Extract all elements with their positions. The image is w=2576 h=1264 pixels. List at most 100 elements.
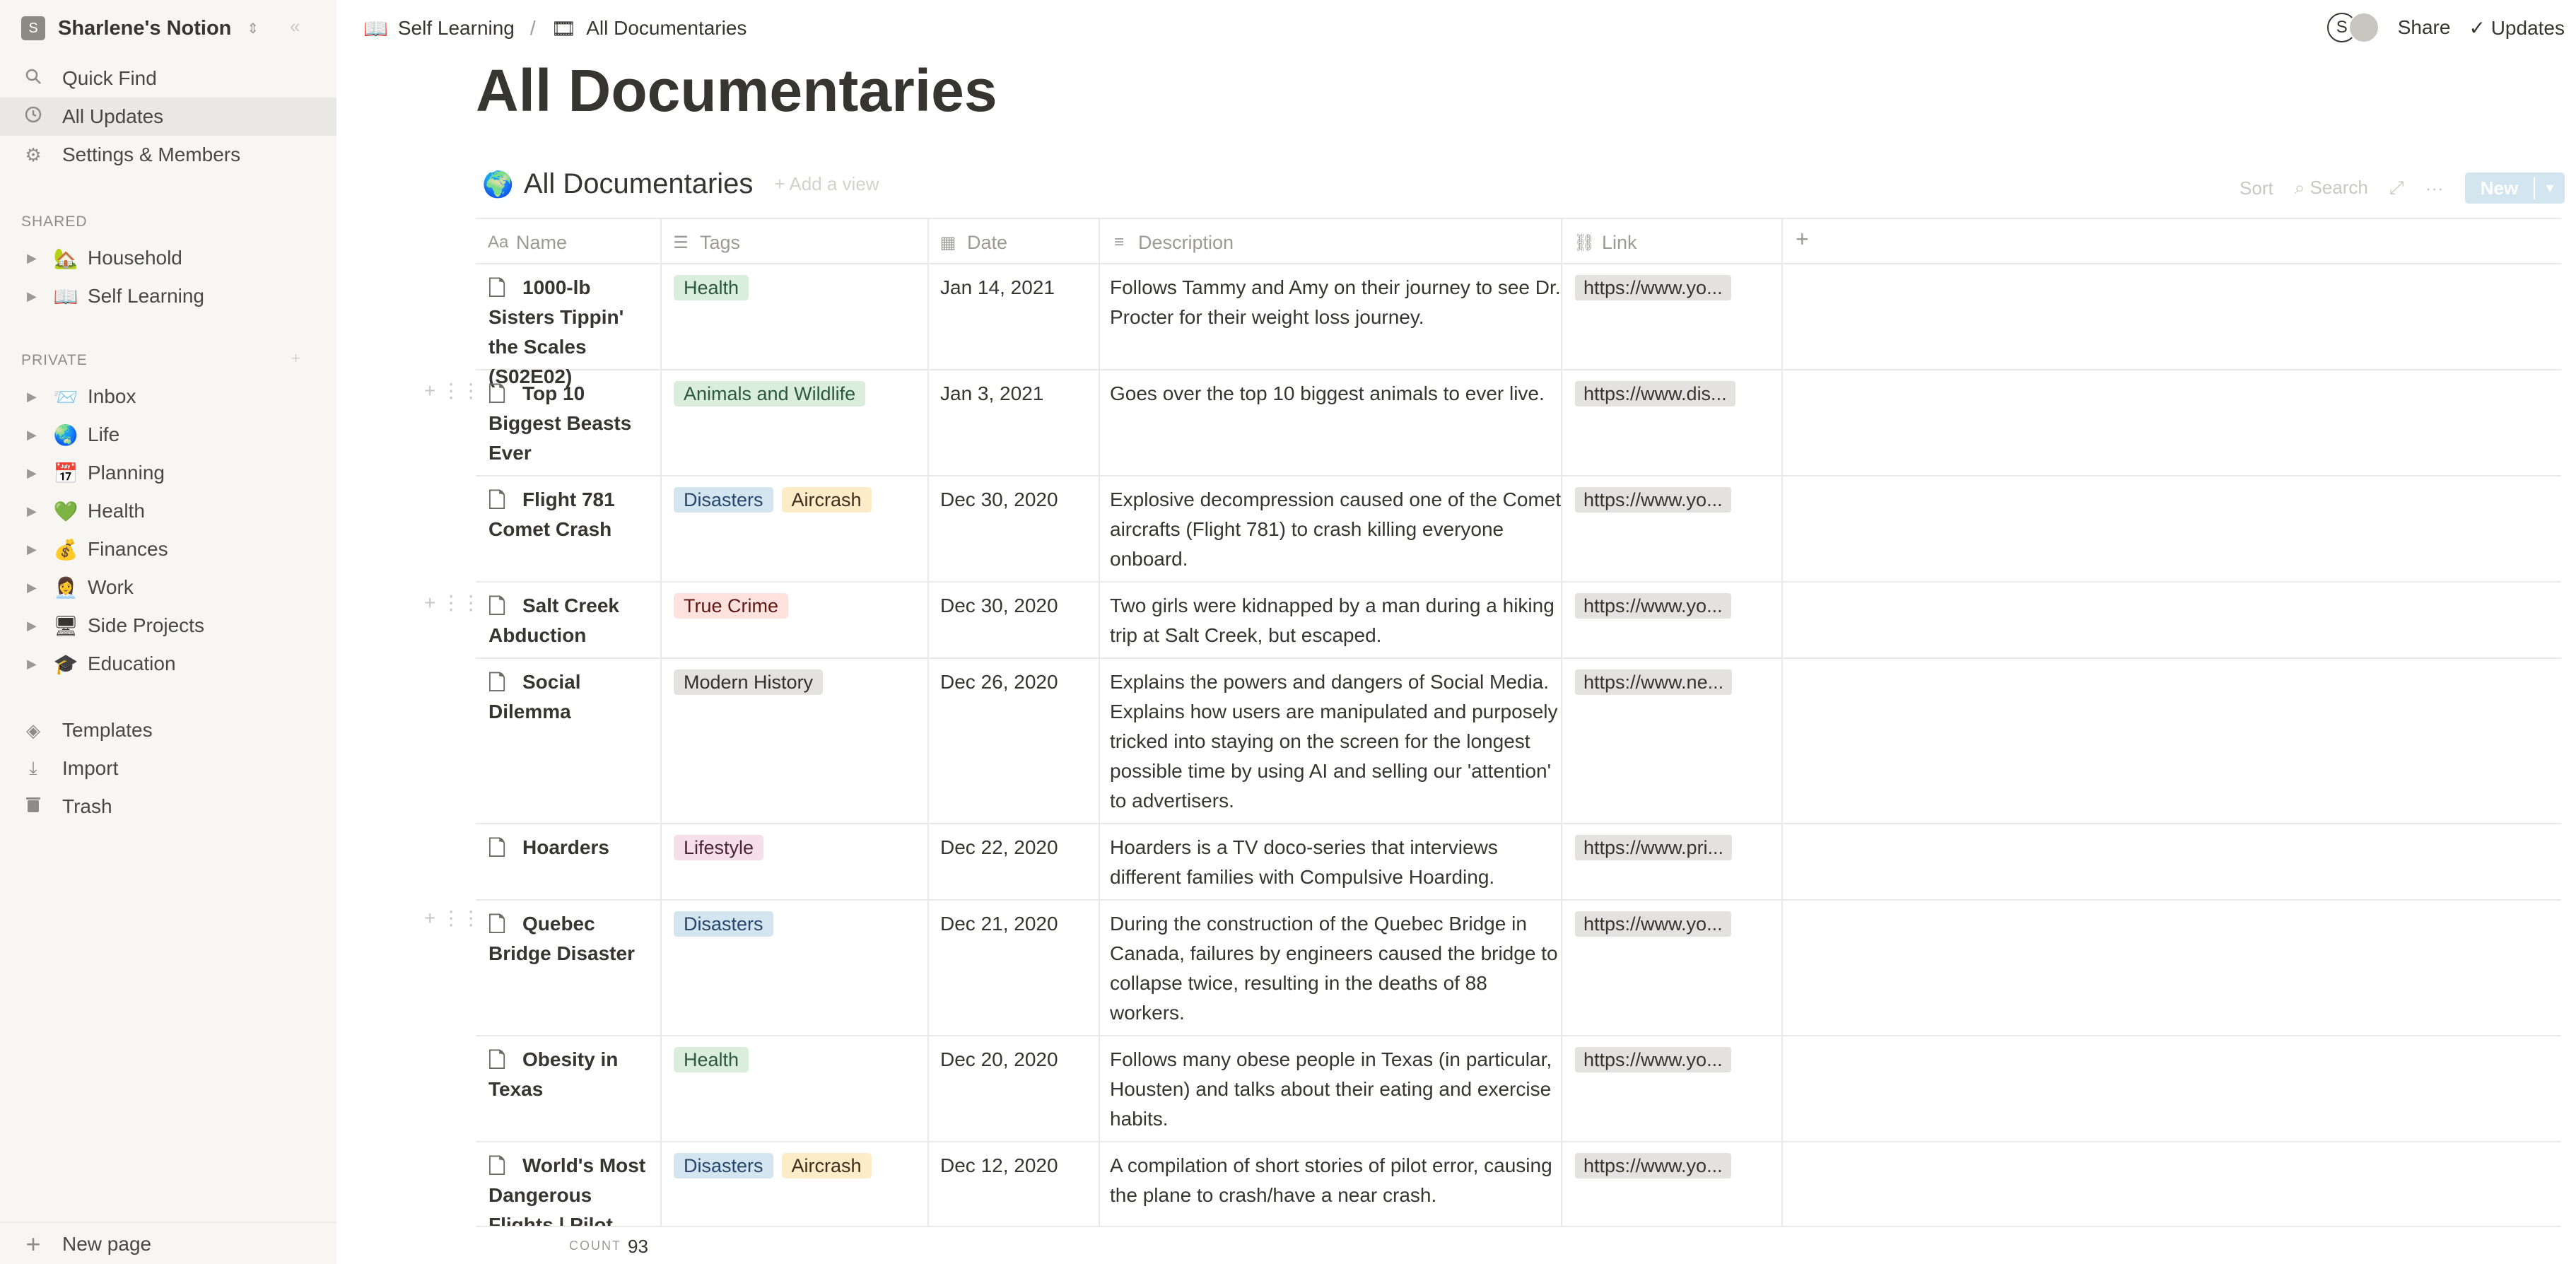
more-icon[interactable]: ···: [2425, 177, 2444, 199]
page-title[interactable]: All Documentaries: [476, 57, 997, 125]
link-cell[interactable]: https://www.dis...: [1575, 370, 1759, 409]
expand-arrow-icon[interactable]: ▶: [27, 289, 40, 304]
date-cell[interactable]: Jan 3, 2021: [940, 370, 1096, 409]
expand-arrow-icon[interactable]: ▶: [27, 428, 40, 443]
table-row[interactable]: 🗋 Hoarders Lifestyle Dec 22, 2020 Hoarder…: [476, 824, 2561, 901]
breadcrumb-parent[interactable]: Self Learning: [398, 17, 515, 40]
tags-cell[interactable]: True Crime: [674, 583, 928, 619]
name-cell[interactable]: 🗋 Flight 781 Comet Crash: [488, 476, 658, 544]
link-chip[interactable]: https://www.yo...: [1575, 487, 1731, 513]
sidebar-import[interactable]: ⤓ Import: [0, 749, 336, 788]
sidebar-item-health[interactable]: ▶ 💚 Health: [0, 492, 336, 530]
sidebar-item-side-projects[interactable]: ▶ 🖥 Side Projects: [0, 607, 336, 645]
table-row[interactable]: 🗋 Social Dilemma Modern History Dec 26, 2…: [476, 659, 2561, 824]
date-cell[interactable]: Dec 20, 2020: [940, 1036, 1096, 1075]
link-cell[interactable]: https://www.yo...: [1575, 1142, 1759, 1181]
table-row[interactable]: 🗋 Top 10 Biggest Beasts Ever Animals and …: [476, 370, 2561, 476]
sidebar-item-education[interactable]: ▶ 🎓 Education: [0, 645, 336, 683]
tags-cell[interactable]: Disasters: [674, 901, 928, 937]
sidebar-item-inbox[interactable]: ▶ 📨 Inbox: [0, 378, 336, 416]
new-page-button[interactable]: + New page: [0, 1222, 336, 1264]
add-view-button[interactable]: + Add a view: [774, 173, 879, 195]
tags-cell[interactable]: Animals and Wildlife: [674, 370, 928, 406]
add-property-icon[interactable]: +: [1796, 226, 1809, 252]
sidebar-item-self-learning[interactable]: ▶ 📖 Self Learning: [0, 277, 336, 315]
share-button[interactable]: Share: [2398, 16, 2451, 39]
description-cell[interactable]: Two girls were kidnapped by a man during…: [1110, 583, 1562, 650]
link-chip[interactable]: https://www.yo...: [1575, 593, 1731, 619]
row-drag-handle-icon[interactable]: + ⋮⋮: [424, 591, 481, 614]
sidebar-item-household[interactable]: ▶ 🏡 Household: [0, 239, 336, 277]
link-chip[interactable]: https://www.yo...: [1575, 911, 1731, 937]
search-button[interactable]: ⌕ Search: [2295, 177, 2368, 199]
date-cell[interactable]: Dec 30, 2020: [940, 583, 1096, 621]
column-header-date[interactable]: ▦ Date: [939, 225, 1007, 260]
sidebar-item-life[interactable]: ▶ 🌏 Life: [0, 416, 336, 454]
name-cell[interactable]: 🗋 World's Most Dangerous Flights | Pilot: [488, 1142, 658, 1226]
expand-arrow-icon[interactable]: ▶: [27, 657, 40, 672]
name-cell[interactable]: 🗋 Hoarders: [488, 824, 658, 862]
collaborator-avatars[interactable]: S: [2326, 12, 2379, 43]
name-cell[interactable]: 🗋 Salt Creek Abduction: [488, 583, 658, 650]
link-chip[interactable]: https://www.yo...: [1575, 275, 1731, 300]
link-cell[interactable]: https://www.yo...: [1575, 583, 1759, 621]
database-title[interactable]: All Documentaries: [524, 168, 754, 200]
table-row[interactable]: 🗋 Flight 781 Comet Crash Disasters Aircras…: [476, 476, 2561, 583]
sidebar-item-work[interactable]: ▶ 👩‍💼 Work: [0, 568, 336, 607]
workspace-switcher[interactable]: S Sharlene's Notion ⇕: [21, 13, 259, 44]
link-cell[interactable]: https://www.yo...: [1575, 476, 1759, 515]
expand-arrow-icon[interactable]: ▶: [27, 390, 40, 404]
date-cell[interactable]: Dec 22, 2020: [940, 824, 1096, 862]
description-cell[interactable]: Follows Tammy and Amy on their journey t…: [1110, 264, 1562, 332]
link-chip[interactable]: https://www.dis...: [1575, 381, 1735, 406]
name-cell[interactable]: 🗋 Obesity in Texas: [488, 1036, 658, 1104]
tags-cell[interactable]: Lifestyle: [674, 824, 928, 860]
column-header-name[interactable]: Aa Name: [488, 225, 567, 260]
description-cell[interactable]: Explosive decompression caused one of th…: [1110, 476, 1562, 574]
name-cell[interactable]: 🗋 Quebec Bridge Disaster: [488, 901, 658, 969]
row-drag-handle-icon[interactable]: + ⋮⋮: [424, 906, 481, 930]
table-row[interactable]: 🗋 1000-lb Sisters Tippin' the Scales (S02…: [476, 264, 2561, 387]
expand-arrow-icon[interactable]: ▶: [27, 504, 40, 519]
description-cell[interactable]: A compilation of short stories of pilot …: [1110, 1142, 1562, 1210]
table-row[interactable]: 🗋 Quebec Bridge Disaster Disasters Dec 21…: [476, 901, 2561, 1036]
sidebar-trash[interactable]: Trash: [0, 788, 336, 826]
table-row[interactable]: 🗋 World's Most Dangerous Flights | Pilot …: [476, 1142, 2561, 1227]
sidebar-item-planning[interactable]: ▶ 📅 Planning: [0, 454, 336, 492]
date-cell[interactable]: Dec 26, 2020: [940, 659, 1096, 697]
description-cell[interactable]: Explains the powers and dangers of Socia…: [1110, 659, 1562, 816]
date-cell[interactable]: Dec 30, 2020: [940, 476, 1096, 515]
row-drag-handle-icon[interactable]: + ⋮⋮: [424, 379, 481, 402]
column-header-description[interactable]: ≡ Description: [1110, 225, 1234, 260]
sidebar-quick-find[interactable]: Quick Find: [0, 59, 336, 98]
table-row[interactable]: 🗋 Salt Creek Abduction True Crime Dec 30,…: [476, 583, 2561, 659]
expand-arrow-icon[interactable]: ▶: [27, 466, 40, 481]
collapse-sidebar-icon[interactable]: «: [290, 16, 300, 37]
add-private-page-icon[interactable]: +: [291, 349, 300, 368]
link-cell[interactable]: https://www.yo...: [1575, 264, 1759, 303]
tags-cell[interactable]: Health: [674, 1036, 928, 1072]
expand-arrow-icon[interactable]: ▶: [27, 580, 40, 595]
tags-cell[interactable]: Modern History: [674, 659, 928, 695]
link-chip[interactable]: https://www.yo...: [1575, 1047, 1731, 1072]
expand-arrow-icon[interactable]: ▶: [27, 542, 40, 557]
date-cell[interactable]: Jan 14, 2021: [940, 264, 1096, 303]
column-header-link[interactable]: ⛓ Link: [1574, 225, 1637, 260]
link-chip[interactable]: https://www.yo...: [1575, 1153, 1731, 1178]
column-header-tags[interactable]: ☰ Tags: [672, 225, 740, 260]
chevron-down-icon[interactable]: ▼: [2535, 181, 2565, 196]
tags-cell[interactable]: Disasters Aircrash: [674, 1142, 928, 1178]
link-cell[interactable]: https://www.yo...: [1575, 901, 1759, 939]
expand-arrow-icon[interactable]: ▶: [27, 619, 40, 633]
expand-icon[interactable]: ⤢: [2389, 177, 2404, 199]
link-chip[interactable]: https://www.ne...: [1575, 669, 1733, 695]
description-cell[interactable]: Goes over the top 10 biggest animals to …: [1110, 370, 1562, 409]
link-chip[interactable]: https://www.pri...: [1575, 835, 1733, 860]
date-cell[interactable]: Dec 12, 2020: [940, 1142, 1096, 1181]
date-cell[interactable]: Dec 21, 2020: [940, 901, 1096, 939]
expand-arrow-icon[interactable]: ▶: [27, 251, 40, 266]
link-cell[interactable]: https://www.pri...: [1575, 824, 1759, 862]
sidebar-all-updates[interactable]: All Updates: [0, 98, 336, 136]
sidebar-item-finances[interactable]: ▶ 💰 Finances: [0, 530, 336, 568]
link-cell[interactable]: https://www.yo...: [1575, 1036, 1759, 1075]
